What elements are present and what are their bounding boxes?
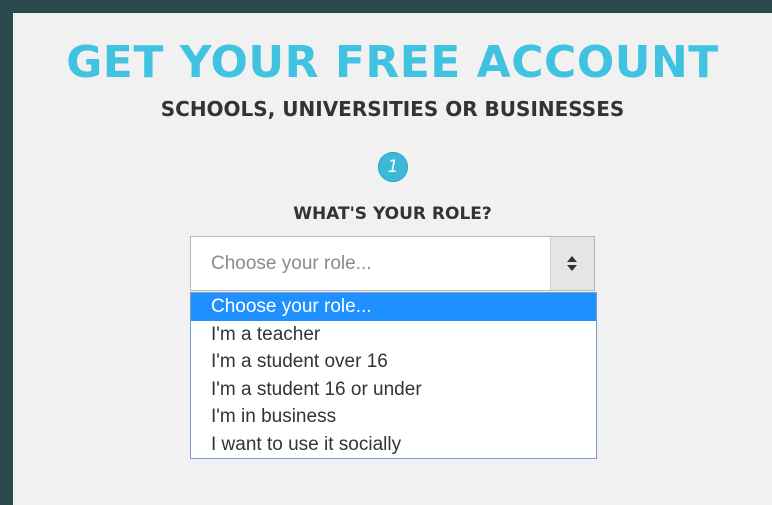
step-number-badge: 1 (378, 152, 408, 182)
role-question-label: WHAT'S YOUR ROLE? (293, 204, 492, 224)
role-select-toggle[interactable] (550, 237, 594, 290)
role-select-value: Choose your role... (211, 253, 372, 274)
role-option-student-16-or-under[interactable]: I'm a student 16 or under (191, 376, 596, 404)
page-title: GET YOUR FREE ACCOUNT (66, 37, 719, 88)
role-option-choose[interactable]: Choose your role... (191, 293, 596, 321)
role-options-list: Choose your role... I'm a teacher I'm a … (190, 292, 597, 459)
signup-panel: GET YOUR FREE ACCOUNT SCHOOLS, UNIVERSIT… (13, 13, 772, 505)
role-option-business[interactable]: I'm in business (191, 403, 596, 431)
role-option-teacher[interactable]: I'm a teacher (191, 321, 596, 349)
role-option-student-over-16[interactable]: I'm a student over 16 (191, 348, 596, 376)
role-select[interactable]: Choose your role... (190, 236, 595, 291)
sort-arrows-icon (567, 256, 577, 271)
role-option-social[interactable]: I want to use it socially (191, 431, 596, 459)
page-subtitle: SCHOOLS, UNIVERSITIES OR BUSINESSES (160, 97, 625, 121)
